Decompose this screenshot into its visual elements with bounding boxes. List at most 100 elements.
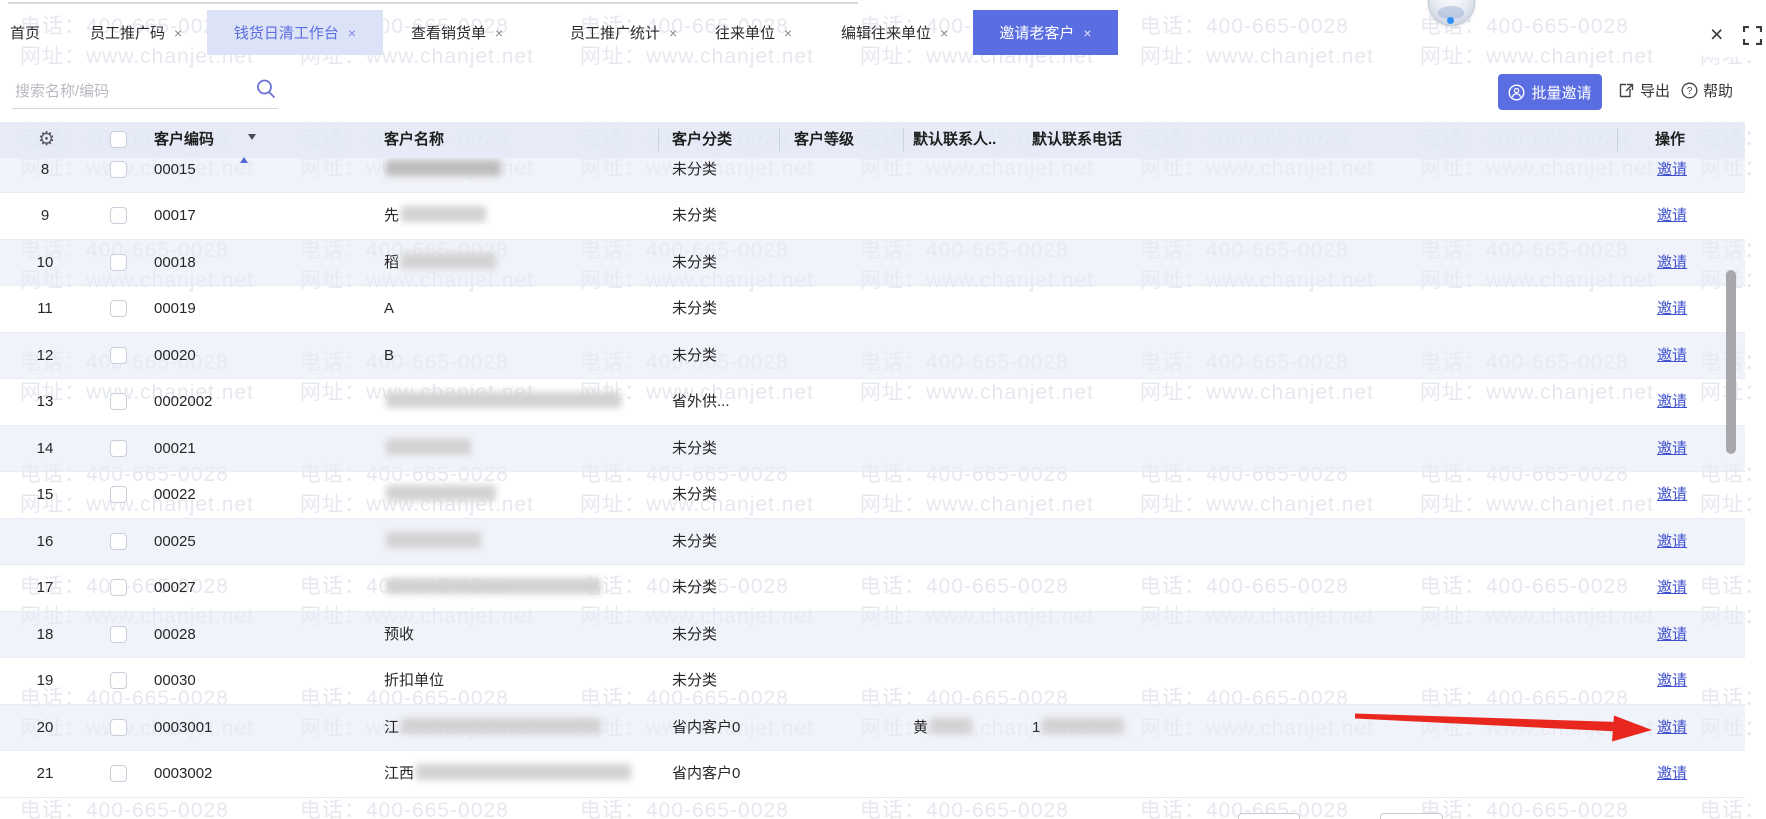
row-checkbox[interactable] <box>110 160 127 178</box>
tab-编辑往来单位[interactable]: 编辑往来单位 × <box>841 10 948 55</box>
tab-close-icon[interactable]: × <box>495 25 503 41</box>
help-button[interactable]: ? 帮助 <box>1681 80 1733 101</box>
cell-customer-code: 00028 <box>154 625 196 643</box>
cell-customer-name <box>384 426 471 471</box>
invite-link[interactable]: 邀请 <box>1657 486 1687 503</box>
tab-label: 编辑往来单位 <box>841 25 932 42</box>
table-row: 9 00017 先 未分类 邀请 <box>0 193 1745 240</box>
col-header-phone: 默认联系电话 <box>1032 131 1123 148</box>
row-checkbox[interactable] <box>110 300 127 317</box>
column-settings-gear-icon[interactable]: ⚙ <box>38 122 55 158</box>
invite-link[interactable]: 邀请 <box>1657 765 1687 782</box>
tab-label: 查看销货单 <box>411 25 487 42</box>
row-checkbox[interactable] <box>110 532 127 550</box>
table-row: 15 00022 未分类 邀请 <box>0 472 1745 519</box>
cell-customer-category: 未分类 <box>672 486 718 503</box>
cell-customer-name <box>384 565 601 610</box>
cell-customer-name: 预收 <box>384 625 415 643</box>
row-number: 20 <box>36 718 54 736</box>
tab-close-icon[interactable]: × <box>348 25 356 41</box>
redacted-blur <box>386 531 481 548</box>
table-row: 11 00019 A 未分类 邀请 <box>0 286 1745 333</box>
batch-invite-button[interactable]: 批量邀请 <box>1498 74 1602 110</box>
invite-link[interactable]: 邀请 <box>1657 719 1687 736</box>
tab-close-icon[interactable]: × <box>174 25 182 41</box>
row-checkbox[interactable] <box>110 486 127 503</box>
row-checkbox[interactable] <box>110 346 127 364</box>
cell-customer-code: 0003002 <box>154 765 213 782</box>
row-number: 9 <box>40 207 50 224</box>
col-header-code[interactable]: 客户编码 <box>154 122 214 158</box>
invite-link[interactable]: 邀请 <box>1657 300 1687 317</box>
invite-link[interactable]: 邀请 <box>1657 207 1687 224</box>
cell-customer-name: A <box>384 300 395 317</box>
row-number: 10 <box>36 253 54 271</box>
pager-button-remnant[interactable] <box>1238 813 1300 819</box>
row-checkbox[interactable] <box>110 579 127 596</box>
search-icon[interactable] <box>255 78 277 100</box>
table-header: ⚙ 客户编码 客户名称 客户分类 客户等级 默认联系人.. 默认联系电话 操作 <box>0 122 1745 163</box>
row-checkbox[interactable] <box>110 393 127 410</box>
tab-bar: 首页 员工推广码 × 钱货日清工作台 × 查看销货单 × 员工推广统计 × 往来单位 × 编辑往来单位… <box>0 0 1766 60</box>
tab-员工推广码[interactable]: 员工推广码 × <box>90 10 182 55</box>
table-row: 19 00030 折扣单位 未分类 邀请 <box>0 658 1745 705</box>
toolbar: 批量邀请 导出 ? 帮助 <box>0 60 1766 122</box>
row-checkbox[interactable] <box>110 253 127 271</box>
tab-label: 邀请老客户 <box>999 25 1075 42</box>
invite-link[interactable]: 邀请 <box>1657 533 1687 550</box>
table-row: 8 00015 未分类 邀请 <box>0 158 1745 193</box>
invite-link[interactable]: 邀请 <box>1657 440 1687 457</box>
close-icon[interactable]: × <box>1710 22 1723 46</box>
tab-label: 首页 <box>10 25 41 42</box>
invite-link[interactable]: 邀请 <box>1657 579 1687 596</box>
select-all-checkbox[interactable] <box>110 131 127 148</box>
cell-customer-code: 00030 <box>154 672 196 689</box>
export-button[interactable]: 导出 <box>1618 80 1670 101</box>
row-checkbox[interactable] <box>110 765 127 782</box>
invite-link[interactable]: 邀请 <box>1657 672 1687 689</box>
invite-link[interactable]: 邀请 <box>1657 254 1687 271</box>
row-number: 18 <box>36 625 54 643</box>
tab-label: 员工推广统计 <box>570 25 661 42</box>
cell-default-phone: 1 <box>1032 705 1125 750</box>
invite-link[interactable]: 邀请 <box>1657 626 1687 643</box>
cell-customer-name: B <box>384 346 395 364</box>
tab-邀请老客户[interactable]: 邀请老客户 × <box>973 10 1118 55</box>
fullscreen-icon[interactable] <box>1743 26 1762 45</box>
table-row: 14 00021 未分类 邀请 <box>0 425 1745 472</box>
tab-close-icon[interactable]: × <box>1083 25 1091 41</box>
row-checkbox[interactable] <box>110 625 127 643</box>
tab-查看销货单[interactable]: 查看销货单 × <box>411 10 503 55</box>
cell-customer-name: 江西 <box>384 751 632 796</box>
row-checkbox[interactable] <box>110 439 127 457</box>
invite-link[interactable]: 邀请 <box>1657 161 1687 178</box>
row-checkbox[interactable] <box>110 718 127 736</box>
tab-close-icon[interactable]: × <box>669 25 677 41</box>
row-checkbox[interactable] <box>110 207 127 224</box>
table-row: 13 0002002 省外供... 邀请 <box>0 379 1745 426</box>
sort-arrows-icon[interactable] <box>240 131 256 167</box>
cell-customer-category: 省内客户0 <box>672 765 741 782</box>
tab-员工推广统计[interactable]: 员工推广统计 × <box>570 10 677 55</box>
vertical-scrollbar-thumb[interactable] <box>1726 270 1736 454</box>
search-input[interactable] <box>13 77 247 105</box>
tab-首页[interactable]: 首页 <box>10 10 40 55</box>
tab-钱货日清工作台[interactable]: 钱货日清工作台 × <box>207 10 383 55</box>
table-row: 10 00018 稻 未分类 邀请 <box>0 239 1745 286</box>
row-number: 19 <box>36 672 54 689</box>
pager-button-remnant[interactable] <box>1380 813 1443 819</box>
cell-customer-category: 省外供... <box>672 393 730 410</box>
export-icon <box>1618 82 1635 99</box>
tab-往来单位[interactable]: 往来单位 × <box>715 10 792 55</box>
invite-link[interactable]: 邀请 <box>1657 347 1687 364</box>
cell-customer-category: 未分类 <box>672 532 718 550</box>
cell-customer-name <box>384 158 501 192</box>
invite-link[interactable]: 邀请 <box>1657 393 1687 410</box>
orb-blue-dot <box>1447 17 1454 24</box>
cell-customer-category: 未分类 <box>672 160 718 178</box>
tab-close-icon[interactable]: × <box>940 25 948 41</box>
row-checkbox[interactable] <box>110 672 127 689</box>
cell-customer-code: 00027 <box>154 579 196 596</box>
help-label: 帮助 <box>1703 83 1734 100</box>
tab-close-icon[interactable]: × <box>784 25 792 41</box>
